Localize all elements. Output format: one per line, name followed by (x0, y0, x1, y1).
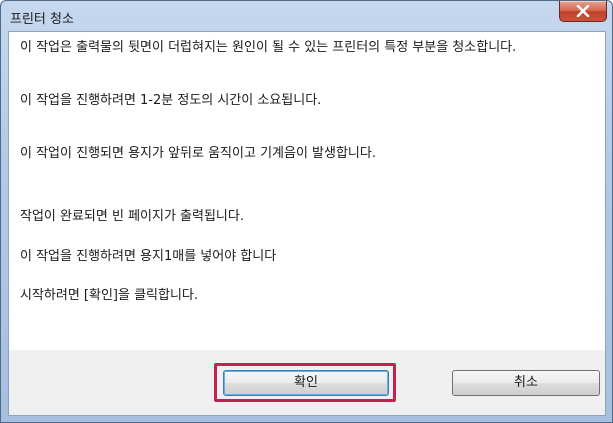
description-paragraph-5: 이 작업을 진행하려면 용지1매를 넣어야 합니다 (20, 249, 277, 264)
window-title: 프린터 청소 (10, 12, 74, 27)
close-button[interactable] (559, 1, 607, 22)
close-icon (576, 5, 590, 17)
title-bar[interactable]: 프린터 청소 (1, 1, 612, 31)
description-paragraph-2: 이 작업을 진행하려면 1-2분 정도의 시간이 소요됩니다. (20, 93, 322, 108)
confirm-button[interactable]: 확인 (223, 370, 389, 396)
description-paragraph-4: 작업이 완료되면 빈 페이지가 출력됩니다. (20, 209, 244, 224)
button-bar: 확인 취소 (9, 350, 605, 415)
description-paragraph-6: 시작하려면 [확인]을 클릭합니다. (20, 288, 199, 303)
description-paragraph-3: 이 작업이 진행되면 용지가 앞뒤로 움직이고 기계음이 발생합니다. (20, 146, 376, 161)
description-paragraph-1: 이 작업은 출력물의 뒷면이 더럽혀지는 원인이 될 수 있는 프린터의 특정 … (20, 40, 517, 55)
dialog-content: 이 작업은 출력물의 뒷면이 더럽혀지는 원인이 될 수 있는 프린터의 특정 … (8, 31, 606, 416)
cancel-button[interactable]: 취소 (452, 370, 600, 396)
printer-cleaning-dialog: 프린터 청소 이 작업은 출력물의 뒷면이 더럽혀지는 원인이 될 수 있는 프… (0, 0, 613, 423)
